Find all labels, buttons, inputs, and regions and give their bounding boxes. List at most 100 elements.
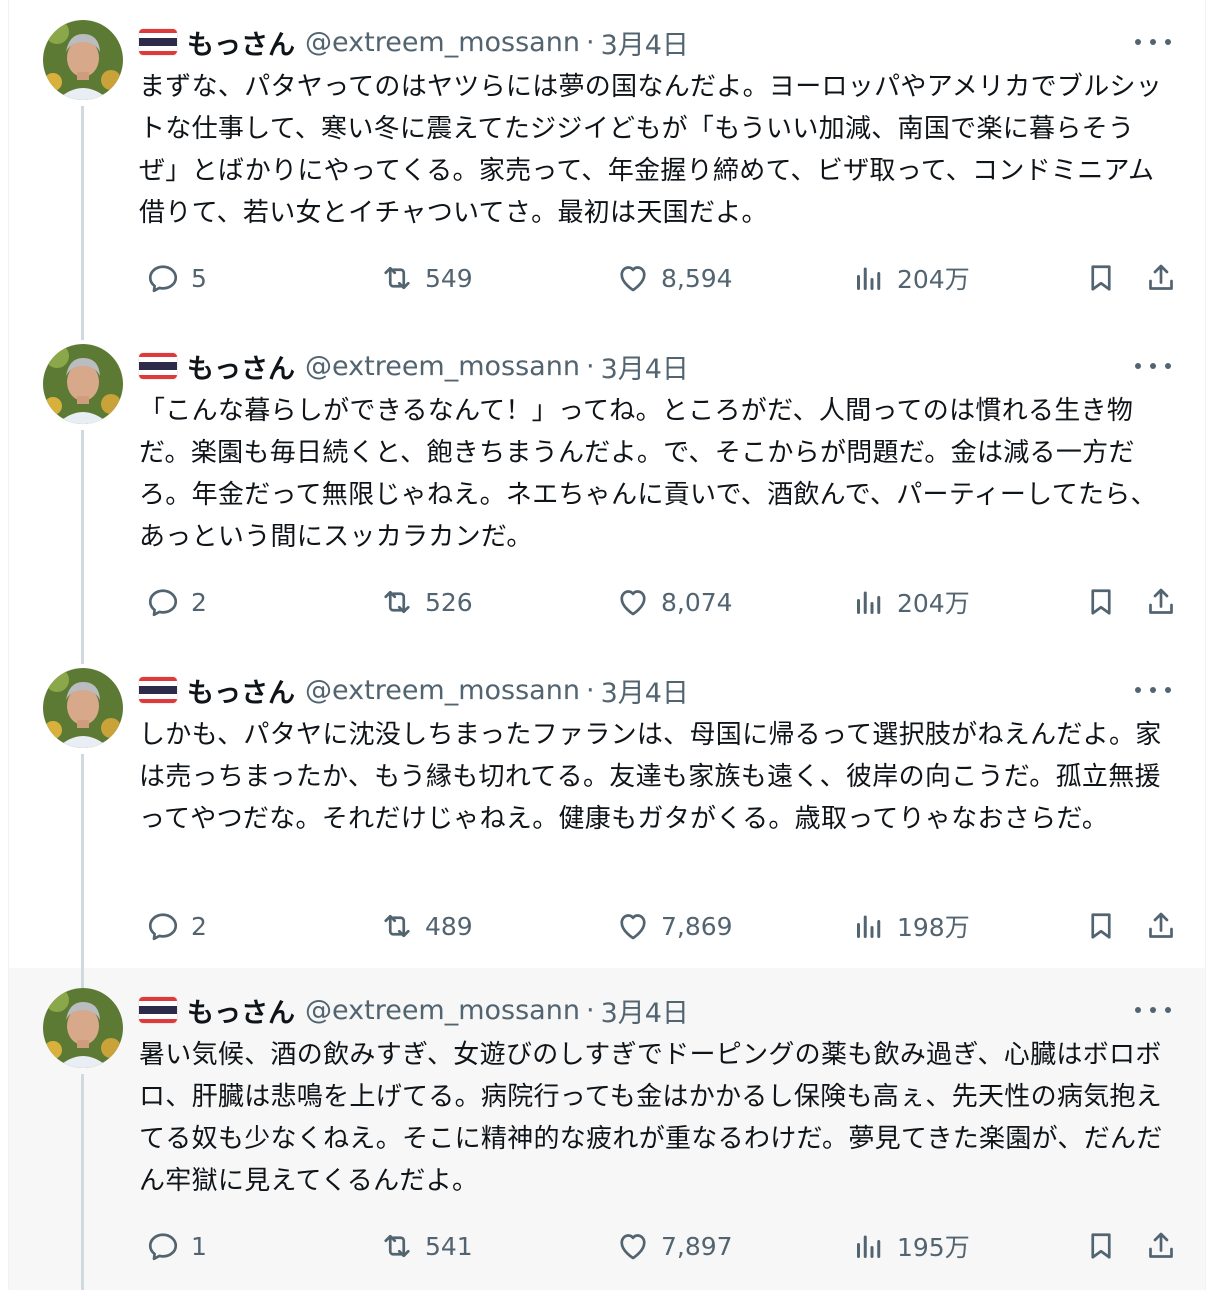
reply-icon [148, 589, 178, 617]
reply-count: 1 [191, 1231, 207, 1261]
tweet-text: 「こんな暮らしができるなんて！」ってね。ところがだ、人間ってのは慣れる生き物だ。… [139, 396, 1157, 552]
views-button[interactable]: 195万 [851, 1224, 970, 1268]
author-handle[interactable]: @extreem_mossann [305, 351, 580, 382]
reply-icon [148, 913, 178, 941]
like-count: 8,594 [661, 263, 733, 293]
author-handle[interactable]: @extreem_mossann [305, 675, 580, 706]
retweet-count: 489 [425, 911, 473, 941]
share-icon [1149, 264, 1173, 290]
thread-connector [81, 648, 84, 664]
share-button[interactable] [1143, 904, 1179, 948]
bookmark-button[interactable] [1083, 904, 1119, 948]
like-button[interactable]: 7,897 [615, 1224, 733, 1268]
reply-count: 2 [191, 587, 207, 617]
tweet[interactable]: もっさん @extreem_mossann · 3月4日 「こんな暮らしができる… [9, 324, 1205, 648]
tweet-text: 暑い気候、酒の飲みすぎ、女遊びのしすぎでドーピングの薬も飲み過ぎ、心臓はボロボロ… [139, 1040, 1163, 1196]
tweet-date[interactable]: 3月4日 [601, 991, 689, 1030]
reply-button[interactable]: 2 [145, 904, 207, 948]
views-button[interactable]: 198万 [851, 904, 970, 948]
heart-icon [620, 590, 646, 616]
tweet-date[interactable]: 3月4日 [601, 671, 689, 710]
heart-icon [620, 914, 646, 940]
more-options-icon[interactable] [1135, 352, 1171, 380]
author-handle[interactable]: @extreem_mossann [305, 27, 580, 58]
like-button[interactable]: 8,594 [615, 256, 733, 300]
thread-connector [81, 1074, 84, 1290]
reply-button[interactable]: 5 [145, 256, 207, 300]
reply-button[interactable]: 1 [145, 1224, 207, 1268]
tweet-header: もっさん @extreem_mossann · 3月4日 [139, 347, 689, 386]
author-name[interactable]: もっさん [187, 23, 295, 62]
tweet-actions: 2 489 7,869 198万 [139, 904, 1179, 948]
tweet-text: しかも、パタヤに沈没しちまったファランは、母国に帰るって選択肢がねえんだよ。家は… [139, 720, 1162, 834]
like-count: 7,869 [661, 911, 733, 941]
tweet[interactable]: もっさん @extreem_mossann · 3月4日 まずな、パタヤってのは… [9, 0, 1205, 324]
share-button[interactable] [1143, 1224, 1179, 1268]
tweet-actions: 2 526 8,074 204万 [139, 580, 1179, 624]
views-button[interactable]: 204万 [851, 256, 970, 300]
retweet-icon [384, 1234, 410, 1258]
retweet-count: 541 [425, 1231, 473, 1261]
tweet-date[interactable]: 3月4日 [601, 23, 689, 62]
bookmark-icon [1091, 1233, 1111, 1259]
tweet[interactable]: もっさん @extreem_mossann · 3月4日 しかも、パタヤに沈没し… [9, 648, 1205, 968]
bookmark-button[interactable] [1083, 580, 1119, 624]
bookmark-icon [1091, 265, 1111, 291]
view-count: 204万 [897, 265, 970, 294]
separator-dot: · [585, 674, 595, 706]
author-name[interactable]: もっさん [187, 671, 295, 710]
thread-connector [81, 754, 84, 968]
separator-dot: · [585, 26, 595, 58]
share-button[interactable] [1143, 580, 1179, 624]
reply-icon [148, 1233, 178, 1261]
share-button[interactable] [1143, 256, 1179, 300]
bookmark-button[interactable] [1083, 1224, 1119, 1268]
retweet-button[interactable]: 541 [379, 1224, 473, 1268]
heart-icon [620, 266, 646, 292]
tweet-header: もっさん @extreem_mossann · 3月4日 [139, 671, 689, 710]
analytics-icon [857, 915, 881, 938]
thread-connector [81, 324, 84, 340]
retweet-count: 549 [425, 263, 473, 293]
thread-connector [81, 968, 84, 988]
analytics-icon [857, 591, 881, 614]
thailand-flag-icon [139, 353, 177, 379]
more-options-icon[interactable] [1135, 28, 1171, 56]
author-name[interactable]: もっさん [187, 991, 295, 1030]
like-button[interactable]: 8,074 [615, 580, 733, 624]
tweet-header: もっさん @extreem_mossann · 3月4日 [139, 991, 689, 1030]
like-button[interactable]: 7,869 [615, 904, 733, 948]
view-count: 195万 [897, 1233, 970, 1262]
more-options-icon[interactable] [1135, 996, 1171, 1024]
analytics-icon [857, 1235, 881, 1258]
heart-icon [620, 1234, 646, 1260]
bookmark-button[interactable] [1083, 256, 1119, 300]
avatar[interactable] [43, 344, 123, 424]
views-button[interactable]: 204万 [851, 580, 970, 624]
retweet-icon [384, 914, 410, 938]
retweet-count: 526 [425, 587, 473, 617]
tweet-actions: 5 549 8,594 204万 [139, 256, 1179, 300]
reply-button[interactable]: 2 [145, 580, 207, 624]
author-name[interactable]: もっさん [187, 347, 295, 386]
tweet-text: まずな、パタヤってのはヤツらには夢の国なんだよ。ヨーロッパやアメリカでブルシット… [139, 72, 1163, 228]
thailand-flag-icon [139, 997, 177, 1023]
avatar[interactable] [43, 20, 123, 100]
tweet-header: もっさん @extreem_mossann · 3月4日 [139, 23, 689, 62]
thread-connector [81, 430, 84, 648]
tweet[interactable]: もっさん @extreem_mossann · 3月4日 暑い気候、酒の飲みすぎ… [9, 968, 1205, 1290]
bookmark-icon [1091, 589, 1111, 615]
retweet-button[interactable]: 489 [379, 904, 473, 948]
reply-icon [148, 265, 178, 293]
bookmark-icon [1091, 913, 1111, 939]
author-handle[interactable]: @extreem_mossann [305, 995, 580, 1026]
tweet-date[interactable]: 3月4日 [601, 347, 689, 386]
retweet-button[interactable]: 526 [379, 580, 473, 624]
view-count: 204万 [897, 589, 970, 618]
retweet-button[interactable]: 549 [379, 256, 473, 300]
thread-timeline: もっさん @extreem_mossann · 3月4日 まずな、パタヤってのは… [8, 0, 1206, 1290]
reply-count: 2 [191, 911, 207, 941]
avatar[interactable] [43, 988, 123, 1068]
more-options-icon[interactable] [1135, 676, 1171, 704]
avatar[interactable] [43, 668, 123, 748]
